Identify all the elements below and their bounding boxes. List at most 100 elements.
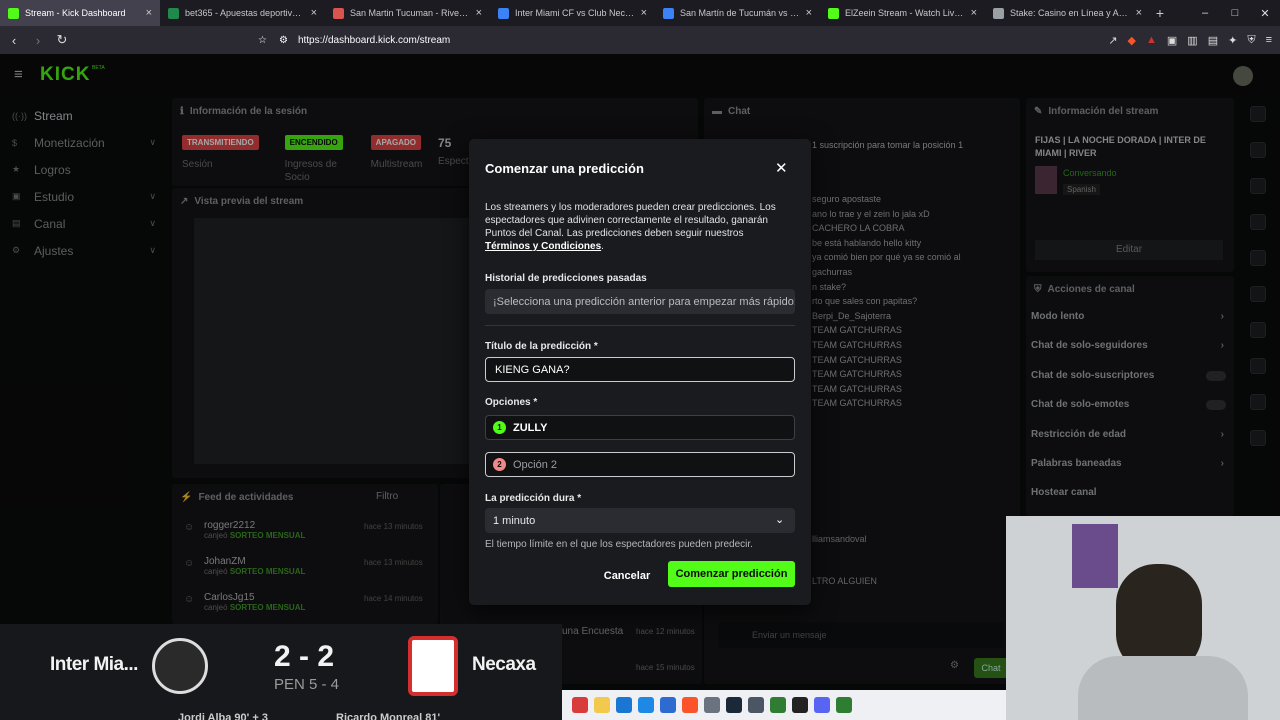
browser-tab[interactable]: ElZeein Stream - Watch Live on K ×	[820, 0, 985, 26]
tab-label: San Martin Tucuman - River Plate	[350, 8, 470, 18]
terms-suffix: .	[601, 241, 604, 252]
browser-nav-bar: ‹ › ↻ ☆ ⚙ https://dashboard.kick.com/str…	[0, 26, 1280, 54]
tab-label: Stream - Kick Dashboard	[25, 8, 126, 18]
tab-label: bet365 - Apuestas deportivas en	[185, 8, 305, 18]
wps-icon[interactable]	[572, 697, 588, 713]
away-scorer: Ricardo Monreal 81'	[336, 712, 441, 720]
start-prediction-button[interactable]: Comenzar predicción	[668, 561, 795, 587]
tab-label: San Martín de Tucumán vs River Plat	[680, 8, 800, 18]
close-icon[interactable]: ✕	[775, 159, 788, 177]
modal-description: Los streamers y los moderadores pueden c…	[485, 201, 790, 253]
calculator-icon[interactable]	[748, 697, 764, 713]
tab-label: Stake: Casino en Línea y Apuestas De	[1010, 8, 1130, 18]
option-2-placeholder: Opción 2	[513, 458, 558, 471]
penalty-score: PEN 5 - 4	[274, 676, 340, 693]
streamer-body	[1078, 656, 1248, 720]
scoreboard-overlay: Inter Mia... 2 - 2 PEN 5 - 4 Necaxa Jord…	[0, 624, 562, 720]
tab-favicon-icon	[663, 7, 674, 19]
steam-icon[interactable]	[726, 697, 742, 713]
tab-close-icon[interactable]: ×	[311, 7, 317, 19]
window-controls: – □ ✕	[1190, 0, 1280, 26]
modal-description-text: Los streamers y los moderadores pueden c…	[485, 202, 776, 239]
forward-icon[interactable]: ›	[28, 33, 48, 48]
away-team-crest	[408, 636, 458, 696]
option-2-input[interactable]: 2 Opción 2	[485, 452, 795, 477]
folder-icon[interactable]	[594, 697, 610, 713]
obs-icon[interactable]	[792, 697, 808, 713]
tab-favicon-icon	[498, 7, 509, 19]
option-1-number: 1	[493, 421, 506, 434]
window-close-icon[interactable]: ✕	[1250, 7, 1280, 20]
discord-icon[interactable]	[814, 697, 830, 713]
back-icon[interactable]: ‹	[4, 33, 24, 48]
tab-close-icon[interactable]: ×	[1136, 7, 1142, 19]
tab-close-icon[interactable]: ×	[641, 7, 647, 19]
browser-tab[interactable]: Stream - Kick Dashboard ×	[0, 0, 160, 26]
tab-favicon-icon	[828, 7, 839, 19]
terms-link[interactable]: Términos y Condiciones	[485, 241, 601, 252]
prediction-modal: Comenzar una predicción ✕ Los streamers …	[469, 139, 811, 605]
settings-icon[interactable]	[704, 697, 720, 713]
leo-ai-icon[interactable]: ✦	[1228, 34, 1237, 47]
minimize-icon[interactable]: –	[1190, 7, 1220, 19]
share-icon[interactable]: ↗	[1108, 34, 1117, 47]
tab-label: ElZeein Stream - Watch Live on K	[845, 8, 965, 18]
browser-tab[interactable]: bet365 - Apuestas deportivas en ×	[160, 0, 325, 26]
option-1-value: ZULLY	[513, 421, 548, 434]
sidebar-toggle-icon[interactable]: ▥	[1187, 34, 1197, 47]
webcam-overlay	[1006, 516, 1280, 720]
maximize-icon[interactable]: □	[1220, 7, 1250, 19]
vpn-icon[interactable]: ⛨	[1247, 34, 1255, 47]
brave-shield-icon[interactable]: ◆	[1128, 34, 1136, 47]
poster	[1072, 524, 1118, 588]
history-select[interactable]: ¡Selecciona una predicción anterior para…	[485, 289, 795, 314]
prediction-title-value: KIENG GANA?	[495, 363, 570, 376]
browser-tab[interactable]: San Martín de Tucumán vs River Plat ×	[655, 0, 820, 26]
bookmark-icon[interactable]: ☆	[258, 35, 267, 46]
screenshot-icon[interactable]: ▣	[1167, 34, 1177, 47]
title-label: Título de la predicción *	[485, 341, 598, 352]
prediction-title-input[interactable]: KIENG GANA?	[485, 357, 795, 382]
browser-tab[interactable]: Stake: Casino en Línea y Apuestas De ×	[985, 0, 1150, 26]
home-team-crest	[152, 638, 208, 694]
spreadsheet-icon[interactable]	[836, 697, 852, 713]
away-team-name: Necaxa	[472, 654, 536, 675]
wallet-icon[interactable]: ▤	[1208, 34, 1218, 47]
brave-icon[interactable]	[682, 697, 698, 713]
browser-tab-bar: Stream - Kick Dashboard × bet365 - Apuesta…	[0, 0, 1280, 26]
history-label: Historial de predicciones pasadas	[485, 273, 647, 284]
tab-close-icon[interactable]: ×	[806, 7, 812, 19]
match-score: 2 - 2	[274, 640, 335, 673]
brave-rewards-icon[interactable]: ▲	[1146, 34, 1157, 46]
tab-favicon-icon	[333, 7, 344, 19]
chevron-down-icon: ⌄	[775, 514, 785, 526]
site-info-icon[interactable]: ⚙	[279, 35, 288, 46]
new-tab-button[interactable]: +	[1150, 5, 1170, 21]
app-icon[interactable]	[638, 697, 654, 713]
duration-select[interactable]: 1 minuto ⌄	[485, 508, 795, 533]
duration-value: 1 minuto	[493, 514, 536, 527]
url-text[interactable]: https://dashboard.kick.com/stream	[298, 35, 450, 46]
address-bar[interactable]: ☆ ⚙ https://dashboard.kick.com/stream	[250, 29, 1000, 51]
duration-hint: El tiempo límite en el que los espectado…	[485, 539, 753, 550]
tab-close-icon[interactable]: ×	[146, 7, 152, 19]
tab-close-icon[interactable]: ×	[971, 7, 977, 19]
home-team-name: Inter Mia...	[50, 654, 138, 675]
option-1-input[interactable]: 1 ZULLY	[485, 415, 795, 440]
browser-tab[interactable]: Inter Miami CF vs Club Necaxa live s ×	[490, 0, 655, 26]
tab-label: Inter Miami CF vs Club Necaxa live s	[515, 8, 635, 18]
menu-icon[interactable]: ≡	[1266, 34, 1272, 46]
tab-close-icon[interactable]: ×	[476, 7, 482, 19]
store-icon[interactable]	[660, 697, 676, 713]
cancel-button[interactable]: Cancelar	[595, 563, 659, 589]
duration-label: La predicción dura *	[485, 493, 582, 504]
calc-icon[interactable]	[770, 697, 786, 713]
browser-tab[interactable]: San Martin Tucuman - River Plate ×	[325, 0, 490, 26]
options-label: Opciones *	[485, 397, 538, 408]
home-scorer: Jordi Alba 90' + 3	[178, 712, 268, 720]
reload-icon[interactable]: ↻	[52, 32, 72, 48]
modal-title: Comenzar una predicción	[485, 161, 644, 176]
option-2-number: 2	[493, 458, 506, 471]
outlook-icon[interactable]	[616, 697, 632, 713]
tab-favicon-icon	[8, 7, 19, 19]
